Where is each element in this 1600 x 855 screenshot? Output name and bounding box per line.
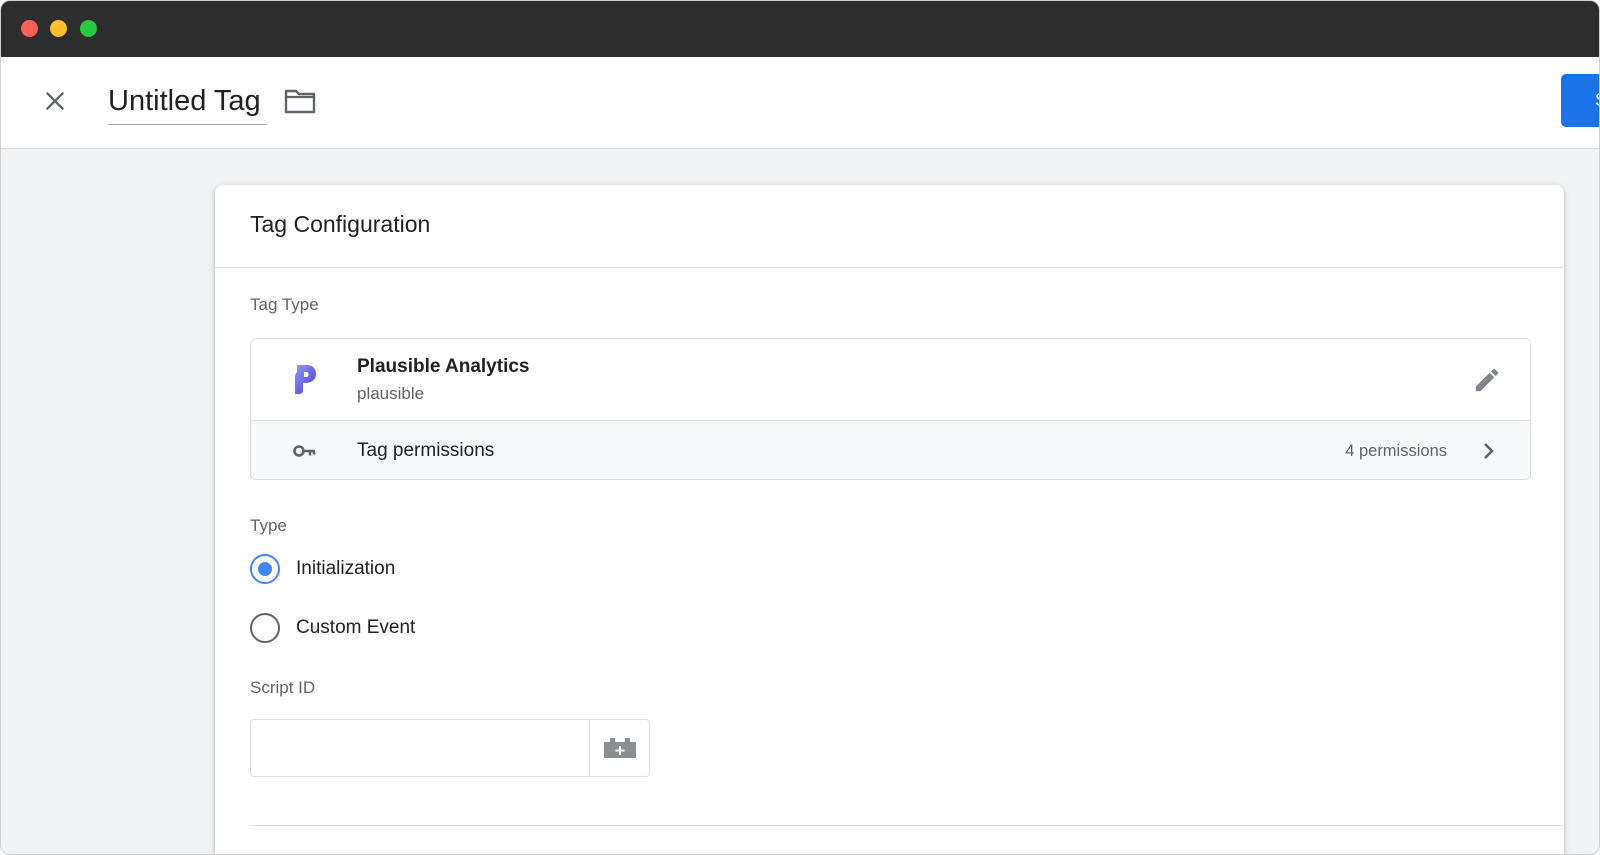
add-variable-icon [603, 738, 636, 758]
folder-button[interactable] [283, 86, 317, 116]
close-icon [46, 92, 64, 110]
window-titlebar [1, 1, 1599, 57]
card-divider [215, 267, 1564, 268]
tag-type-box: Plausible Analytics plausible Tag permis… [250, 338, 1531, 480]
window-minimize-dot[interactable] [50, 20, 67, 37]
window-close-dot[interactable] [21, 20, 38, 37]
insert-variable-button[interactable] [589, 719, 650, 777]
window-maximize-dot[interactable] [80, 20, 97, 37]
tag-editor-header: Untitled Tag S [1, 57, 1599, 149]
radio-custom-event[interactable]: Custom Event [250, 610, 415, 646]
script-id-input[interactable] [250, 719, 589, 777]
card-title: Tag Configuration [250, 211, 431, 237]
tag-type-label: Tag Type [250, 295, 319, 314]
tag-permissions-row[interactable]: Tag permissions 4 permissions [251, 420, 1530, 479]
radio-label: Custom Event [296, 617, 416, 638]
section-divider [250, 825, 1564, 826]
radio-button-checked[interactable] [250, 554, 280, 584]
close-button[interactable] [37, 83, 73, 119]
pencil-icon[interactable] [1472, 365, 1502, 395]
tag-permissions-label: Tag permissions [357, 440, 495, 461]
permissions-count: 4 permissions [1345, 442, 1447, 460]
folder-icon [284, 89, 316, 114]
plausible-logo [295, 365, 316, 394]
tag-name-field[interactable]: Untitled Tag [108, 83, 266, 125]
tag-type-id: plausible [357, 384, 425, 403]
app-window: Untitled Tag S Tag Configuration Tag Typ… [0, 0, 1600, 855]
type-label: Type [250, 516, 287, 535]
tag-configuration-card: Tag Configuration Tag Type Plausible Ana… [215, 185, 1564, 854]
tag-type-selector[interactable]: Plausible Analytics plausible [251, 339, 1530, 420]
tag-type-name: Plausible Analytics [357, 356, 530, 377]
radio-label: Initialization [296, 558, 396, 579]
key-icon [293, 445, 316, 457]
script-id-label: Script ID [250, 678, 316, 697]
chevron-right-icon [1484, 443, 1494, 459]
save-button[interactable]: S [1561, 74, 1599, 127]
radio-button[interactable] [250, 613, 280, 643]
radio-initialization[interactable]: Initialization [250, 551, 395, 587]
